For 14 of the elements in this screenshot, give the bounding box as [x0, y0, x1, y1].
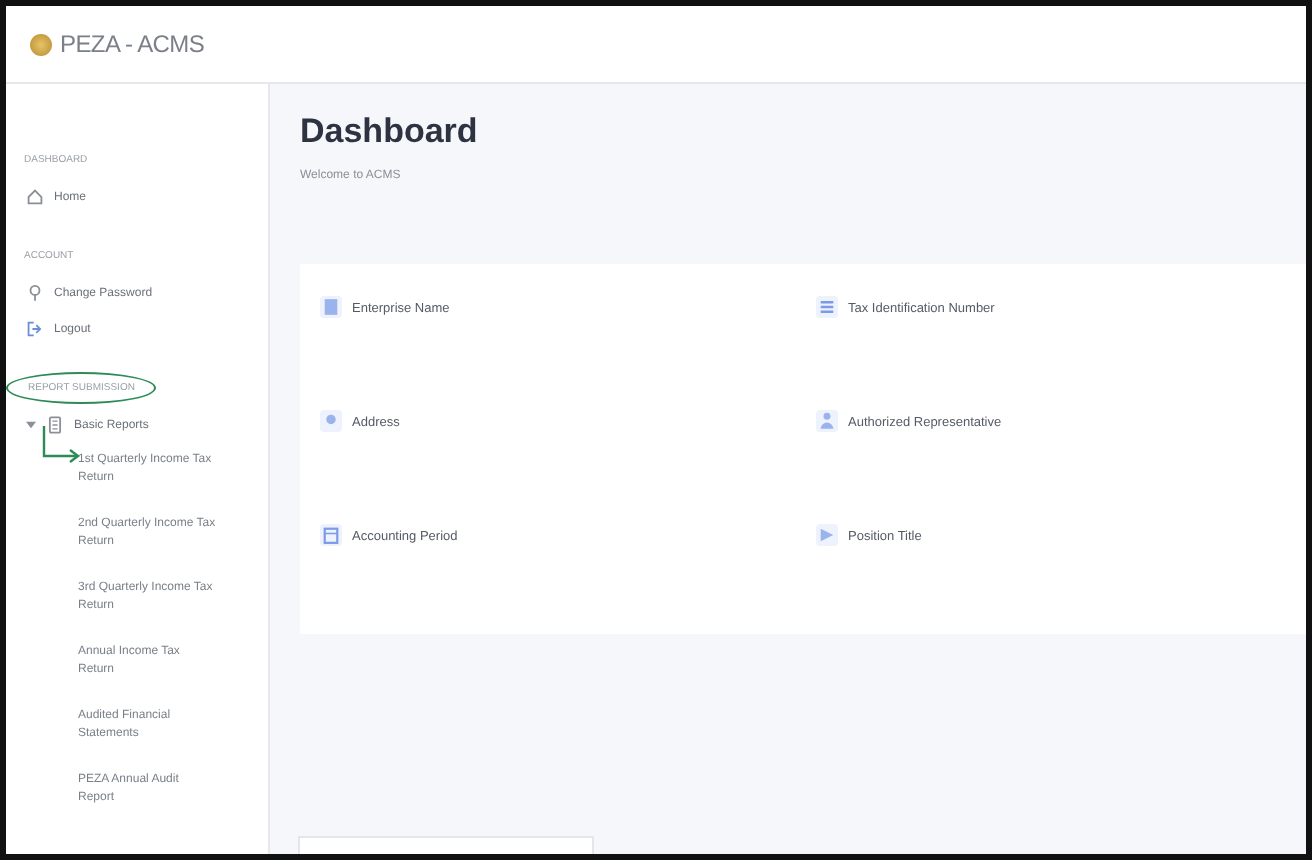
document-icon: [46, 416, 64, 434]
caret-down-icon[interactable]: [26, 420, 36, 430]
location-pin-icon: [320, 410, 342, 432]
list-icon: [816, 296, 838, 318]
triangle-icon: [816, 524, 838, 546]
building-icon: [320, 296, 342, 318]
page-title: Dashboard: [300, 112, 478, 152]
key-icon: [26, 284, 44, 302]
logout-icon: [26, 320, 44, 338]
app-title: PEZA - ACMS: [60, 30, 205, 58]
person-icon: [816, 410, 838, 432]
calendar-icon: [320, 524, 342, 546]
home-icon: [26, 188, 44, 206]
logo-icon: [30, 33, 52, 55]
